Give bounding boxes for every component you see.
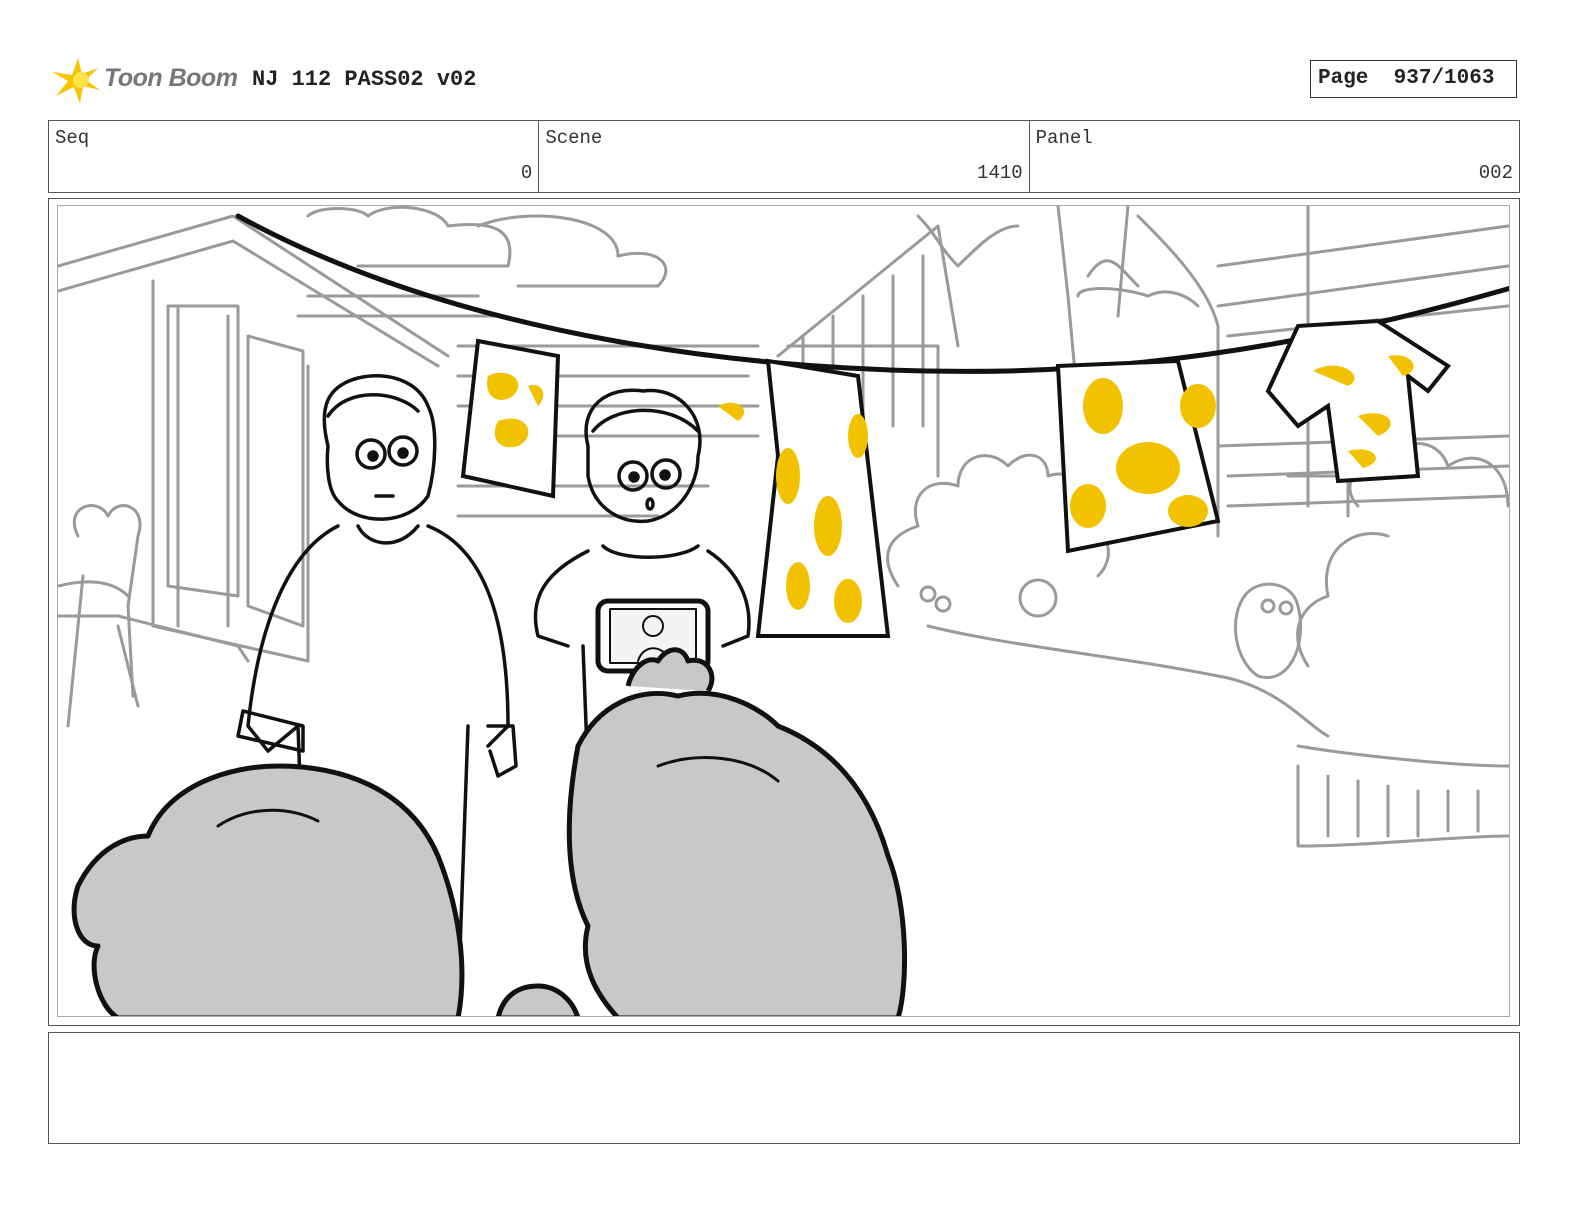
seq-value: 0 — [520, 162, 533, 184]
seq-label: Seq — [55, 127, 90, 149]
starburst-icon — [52, 58, 100, 104]
page-indicator: Page 937/1063 — [1310, 60, 1517, 98]
panel-notes — [48, 1032, 1520, 1144]
page-number: 937/1063 — [1393, 67, 1495, 90]
panel-artwork — [57, 205, 1510, 1017]
page-label: Page — [1318, 67, 1369, 90]
scene-cell: Scene 1410 — [539, 121, 1030, 192]
scene-label: Scene — [545, 127, 603, 149]
header: Toon Boom NJ 112 PASS02 v02 Page 937/106… — [48, 50, 1520, 110]
toon-boom-logo: Toon Boom — [48, 50, 248, 110]
logo-text: Toon Boom — [104, 64, 238, 92]
backyard-sketch-illustration — [58, 206, 1509, 1016]
info-table: Seq 0 Scene 1410 Panel 002 — [48, 120, 1520, 193]
project-title: NJ 112 PASS02 v02 — [252, 67, 477, 92]
panel-value: 002 — [1478, 162, 1513, 184]
panel-label: Panel — [1035, 127, 1093, 149]
storyboard-panel — [48, 198, 1520, 1026]
seq-cell: Seq 0 — [49, 121, 540, 192]
panel-cell: Panel 002 — [1030, 121, 1519, 192]
scene-value: 1410 — [977, 162, 1023, 184]
